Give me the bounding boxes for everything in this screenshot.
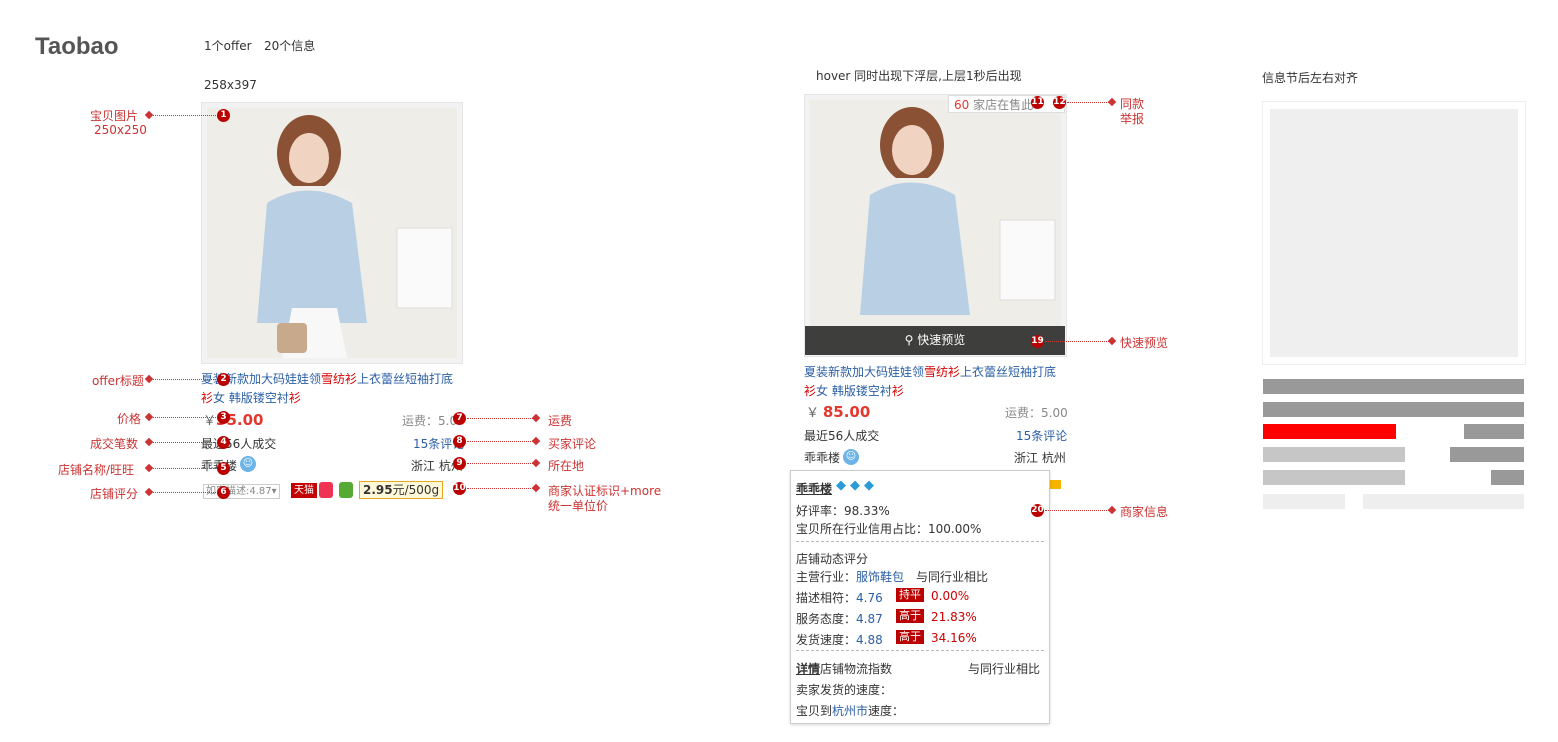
seller-speed: 卖家发货的速度： — [796, 683, 893, 697]
ann-merchant-info: 商家信息 — [1120, 505, 1169, 519]
skeleton-line — [1263, 402, 1524, 417]
size-label: 258x397 — [204, 78, 257, 92]
quick-preview-button[interactable]: ⚲ 快速预览 — [805, 326, 1065, 355]
ann-image-size: 250x250 — [94, 123, 147, 137]
card-icon — [1049, 480, 1061, 489]
marker-5: 5 — [217, 462, 230, 475]
same-shops-link[interactable]: 60 家店在售此 — [948, 95, 1065, 113]
info-count: 20个信息 — [264, 39, 316, 53]
search-icon: ⚲ — [904, 333, 914, 347]
skeleton-line — [1263, 379, 1524, 394]
product-image[interactable] — [201, 102, 463, 364]
marker-6: 6 — [217, 486, 230, 499]
hover-product-image[interactable] — [804, 94, 1067, 357]
skeleton-price — [1263, 424, 1396, 439]
popup-shop-name[interactable]: 乖乖楼 — [796, 480, 832, 497]
tmall-icon[interactable]: 天猫 — [291, 483, 317, 498]
guarantee-icon[interactable] — [339, 482, 353, 498]
dsr-badge: 持平 — [896, 588, 924, 602]
hover-sales: 最近56人成交 — [804, 429, 880, 443]
marker-4: 4 — [217, 436, 230, 449]
marker-20: 20 — [1031, 504, 1044, 517]
marker-11: 11 — [1031, 96, 1044, 109]
industry-credit: 宝贝所在行业信用占比：100.00% — [796, 522, 982, 536]
logistics-compare: 与同行业相比 — [968, 662, 1041, 676]
logistics-detail-link[interactable]: 详情 — [796, 662, 820, 676]
skeleton-line — [1263, 470, 1405, 485]
price: ￥35.00 — [203, 411, 264, 429]
skeleton-line — [1263, 447, 1405, 462]
dsr-row-delivery: 发货速度：4.88 — [796, 633, 883, 647]
dsr-row-desc: 描述相符：4.76 — [796, 591, 883, 605]
hover-offer-title[interactable]: 夏装新款加大码娃娃领雪纺衫上衣蕾丝短袖打底 衫女 韩版镂空衬衫 — [804, 363, 1069, 401]
unit-price: 2.95元/500g — [359, 481, 444, 499]
compare-label: 与同行业相比 — [916, 570, 989, 584]
diamond-icon: ◆◆◆ — [836, 478, 878, 493]
offer-title[interactable]: 夏装新款加大码娃娃领雪纺衫上衣蕾丝短袖打底 衫女 韩版镂空衬衫 — [201, 370, 466, 408]
marker-8: 8 — [453, 435, 466, 448]
skeleton-line — [1263, 494, 1345, 509]
ann-location: 所在地 — [548, 459, 585, 473]
marker-1: 1 — [217, 109, 230, 122]
seven-days-icon[interactable] — [319, 482, 333, 498]
ann-report: 举报 — [1120, 112, 1145, 126]
marker-9: 9 — [453, 457, 466, 470]
hover-reviews-link[interactable]: 15条评论 — [1016, 427, 1067, 444]
skeleton-line — [1464, 424, 1524, 439]
right-caption: 信息节后左右对齐 — [1262, 71, 1359, 85]
ann-unit-price: 统一单位价 — [548, 499, 609, 513]
marker-7: 7 — [453, 412, 466, 425]
marker-12: 12 — [1053, 96, 1066, 109]
hover-wangwang-icon[interactable]: ☺ — [843, 449, 859, 465]
skeleton-image-frame — [1262, 101, 1526, 365]
sales-count: 最近56人成交 — [201, 437, 277, 451]
freight: 运费：5.0 — [402, 414, 458, 428]
hover-caption: hover 同时出现下浮层,上层1秒后出现 — [816, 69, 1022, 83]
ann-freight: 运费 — [548, 414, 573, 428]
dsr-pct: 34.16% — [931, 631, 977, 645]
arrive-speed: 宝贝到杭州市速度： — [796, 704, 905, 718]
hover-shop-name[interactable]: 乖乖楼 — [804, 449, 840, 466]
marker-19: 19 — [1031, 335, 1044, 348]
ann-image: 宝贝图片 — [90, 109, 139, 123]
skeleton-line — [1363, 494, 1524, 509]
dsr-title: 店铺动态评分 — [796, 552, 869, 566]
ann-score: 店铺评分 — [90, 487, 139, 501]
good-rate: 好评率：98.33% — [796, 504, 890, 518]
marker-10: 10 — [453, 482, 466, 495]
main-industry: 主营行业：服饰鞋包 — [796, 570, 905, 584]
skeleton-line — [1450, 447, 1524, 462]
logo: Taobao — [35, 33, 119, 60]
hover-product-photo — [810, 100, 1061, 351]
hover-location: 浙江 杭州 — [1014, 451, 1066, 465]
ann-quick-preview: 快速预览 — [1120, 336, 1169, 350]
hover-freight: 运费：5.00 — [1005, 406, 1068, 420]
hover-price: ￥ 85.00 — [806, 403, 871, 421]
ann-title: offer标题 — [92, 374, 144, 388]
shop-info-popup: 乖乖楼 ◆◆◆ 好评率：98.33% 宝贝所在行业信用占比：100.00% 店铺… — [790, 470, 1050, 724]
ann-reviews: 买家评论 — [548, 437, 597, 451]
logistics-title: 详情店铺物流指数 — [796, 662, 893, 676]
ann-sales: 成交笔数 — [90, 437, 139, 451]
offer-count: 1个offer — [204, 39, 252, 53]
skeleton-line — [1491, 470, 1524, 485]
marker-2: 2 — [217, 373, 230, 386]
dsr-row-service: 服务态度：4.87 — [796, 612, 883, 626]
marker-3: 3 — [217, 411, 230, 424]
dsr-badge: 高于 — [896, 630, 924, 644]
dsr-pct: 0.00% — [931, 589, 970, 603]
skeleton-image — [1270, 109, 1518, 357]
wangwang-icon[interactable]: ☺ — [240, 456, 256, 472]
ann-price: 价格 — [117, 412, 142, 426]
dsr-pct: 21.83% — [931, 610, 977, 624]
dsr-badge: 高于 — [896, 609, 924, 623]
ann-shop: 店铺名称/旺旺 — [58, 463, 135, 477]
product-photo — [207, 108, 457, 358]
